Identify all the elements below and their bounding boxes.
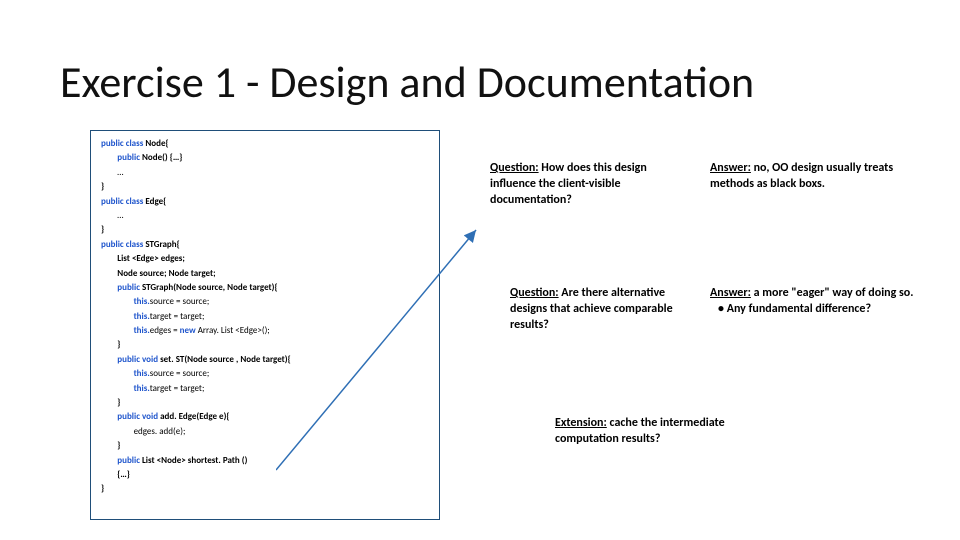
answer-2: Answer: a more "eager" way of doing so. … xyxy=(710,285,935,317)
page-title: Exercise 1 - Design and Documentation xyxy=(60,55,754,109)
question-2: Question: Are there alternative designs … xyxy=(510,285,700,334)
question-1: Question: How does this design influence… xyxy=(490,160,680,209)
arrow-icon xyxy=(276,225,486,475)
extension-note: Extension: cache the intermediate comput… xyxy=(555,415,775,447)
answer-1: Answer: no, OO design usually treats met… xyxy=(710,160,935,192)
